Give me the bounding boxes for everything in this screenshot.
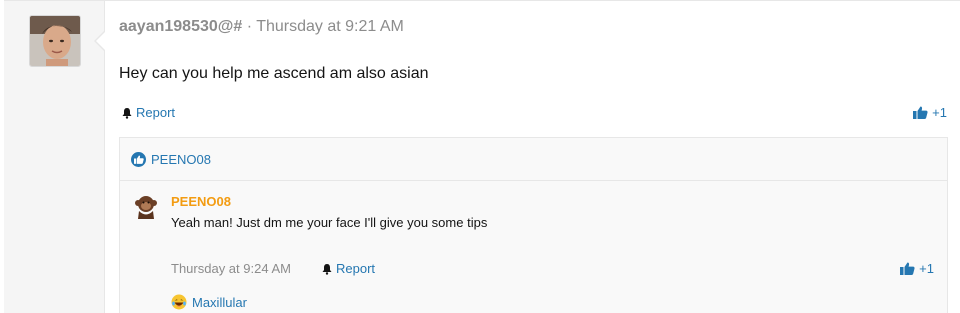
post-meta: aayan198530@# · Thursday at 9:21 AM	[119, 18, 404, 36]
message-post: aayan198530@# · Thursday at 9:21 AM Hey …	[0, 0, 960, 313]
bell-icon	[122, 107, 132, 119]
reply-report-button[interactable]: Report	[321, 261, 375, 276]
like-button[interactable]: +1	[913, 105, 947, 120]
laughing-emoji-icon	[171, 294, 187, 310]
thumbs-up-icon	[900, 262, 915, 275]
avatar[interactable]	[29, 15, 81, 67]
report-label: Report	[136, 105, 176, 120]
comment-section: PEENO08 PEENO08 Yeah man! Just dm me you…	[119, 137, 948, 313]
bell-icon	[322, 263, 332, 275]
reply-like-count: +1	[919, 261, 934, 276]
like-count: +1	[932, 105, 947, 120]
message-arrow-inner	[96, 31, 106, 51]
reply-report-label: Report	[336, 261, 376, 276]
reaction-summary[interactable]: PEENO08	[120, 138, 947, 181]
reactor-name[interactable]: PEENO08	[151, 152, 211, 167]
post-message: Hey can you help me ascend am also asian	[119, 65, 429, 82]
post-timestamp[interactable]: Thursday at 9:21 AM	[256, 18, 404, 35]
reply-like-button[interactable]: +1	[900, 261, 934, 276]
reply-timestamp[interactable]: Thursday at 9:24 AM	[171, 261, 291, 276]
report-button[interactable]: Report	[121, 105, 175, 120]
reply-avatar[interactable]	[132, 192, 160, 220]
reply-message: Yeah man! Just dm me your face I'll give…	[171, 215, 488, 230]
thumbs-up-icon	[913, 106, 928, 119]
post-username[interactable]: aayan198530@#	[119, 18, 242, 35]
meta-separator: ·	[246, 18, 253, 35]
reply-reaction-summary[interactable]: Maxillular	[171, 294, 247, 310]
divider	[4, 0, 960, 1]
like-reaction-icon	[131, 151, 146, 167]
reply-username[interactable]: PEENO08	[171, 194, 231, 209]
reply-reactor-name[interactable]: Maxillular	[192, 295, 247, 310]
